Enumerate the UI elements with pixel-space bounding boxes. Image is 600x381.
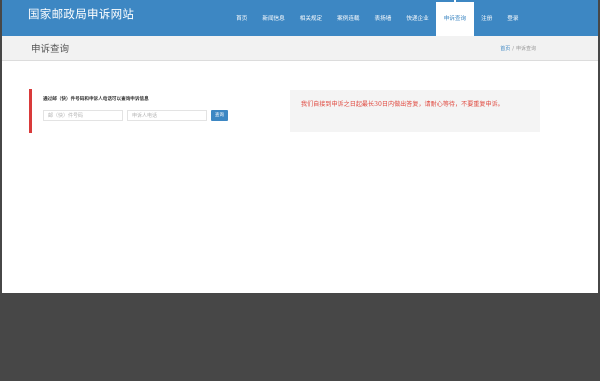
nav-item-login[interactable]: 登录: [500, 0, 526, 36]
page-title: 申诉查询: [31, 44, 70, 55]
nav-item-cases[interactable]: 案例连载: [330, 0, 367, 36]
breadcrumb-separator: /: [512, 46, 514, 52]
query-form: 通过邮（快）件号码和申诉人电话可以查询申诉信息 查询: [29, 89, 235, 133]
notice-text: 我们自接到申诉之日起最长30日内做出答复，请耐心等待，不要重复申诉。: [301, 101, 504, 108]
query-hint: 通过邮（快）件号码和申诉人电话可以查询申诉信息: [43, 97, 149, 102]
query-button[interactable]: 查询: [211, 110, 228, 121]
nav-item-register[interactable]: 注册: [474, 0, 500, 36]
nav-item-praise-wall[interactable]: 表扬墙: [367, 0, 399, 36]
top-navbar: 国家邮政局申诉网站 首页 新闻信息 相关规定 案例连载 表扬墙 快递企业 申诉查…: [2, 0, 598, 36]
notice-box: 我们自接到申诉之日起最长30日内做出答复，请耐心等待，不要重复申诉。: [290, 90, 540, 132]
nav-item-couriers[interactable]: 快递企业: [399, 0, 436, 36]
page: 国家邮政局申诉网站 首页 新闻信息 相关规定 案例连载 表扬墙 快递企业 申诉查…: [2, 0, 598, 293]
nav-item-regulations[interactable]: 相关规定: [292, 0, 329, 36]
nav-item-home[interactable]: 首页: [229, 0, 255, 36]
phone-input[interactable]: [127, 110, 207, 121]
breadcrumb-home-link[interactable]: 首页: [500, 46, 510, 52]
breadcrumb-current: 申诉查询: [515, 46, 536, 52]
title-bar: 申诉查询 首页 / 申诉查询: [2, 36, 598, 61]
main-nav: 首页 新闻信息 相关规定 案例连载 表扬墙 快递企业 申诉查询 注册 登录: [229, 0, 526, 36]
nav-item-news[interactable]: 新闻信息: [255, 0, 292, 36]
site-title[interactable]: 国家邮政局申诉网站: [28, 6, 134, 22]
nav-item-complaint-query[interactable]: 申诉查询: [436, 0, 474, 36]
breadcrumb: 首页 / 申诉查询: [500, 45, 536, 52]
mail-number-input[interactable]: [43, 110, 123, 121]
